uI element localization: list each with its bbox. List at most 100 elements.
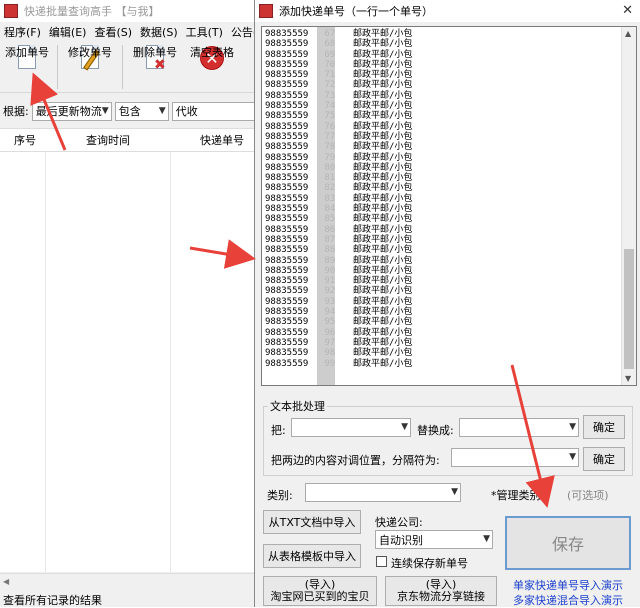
batch-legend: 文本批处理 xyxy=(270,400,325,413)
tracking-line: 9883555967邮政平邮/小包 xyxy=(262,29,622,39)
swap-confirm-button[interactable]: 确定 xyxy=(583,447,625,471)
chevron-down-icon: ▼ xyxy=(158,105,166,116)
tracking-line: 9883555986邮政平邮/小包 xyxy=(262,225,622,235)
import-table-button[interactable]: 从表格模板中导入 xyxy=(263,544,361,568)
tracking-number: 9883555997 xyxy=(265,338,353,348)
tracking-number: 9883555980 xyxy=(265,163,353,173)
tracking-number: 9883555988 xyxy=(265,245,353,255)
delete-number-button[interactable]: ✖ 删除单号 xyxy=(126,41,184,93)
import-txt-button[interactable]: 从TXT文档中导入 xyxy=(263,510,361,534)
swap-label: 把两边的内容对调位置，分隔符为: xyxy=(271,454,440,467)
main-window: 快递批量查询高手 【与我】 程序(F) 编辑(E) 查看(S) 数据(S) 工具… xyxy=(0,0,269,607)
scroll-up-icon[interactable]: ▲ xyxy=(625,29,631,38)
tracking-number: 9883555970 xyxy=(265,60,353,70)
scroll-left-icon[interactable]: ◀ xyxy=(3,577,9,586)
import-jd-button[interactable]: (导入) 京东物流分享链接 xyxy=(385,576,497,606)
tracking-number: 9883555974 xyxy=(265,101,353,111)
tracking-prefix: 98835559 xyxy=(265,245,309,256)
tracking-prefix: 98835559 xyxy=(265,80,309,91)
scroll-thumb[interactable] xyxy=(624,249,634,369)
manage-category-link[interactable]: *管理类别 xyxy=(491,487,541,503)
menu-edit[interactable]: 编辑(E) xyxy=(45,24,91,40)
dialog-title-bar: 添加快递单号（一行一个单号） ✕ xyxy=(255,0,640,22)
menu-data[interactable]: 数据(S) xyxy=(136,24,182,40)
tracking-number: 9883555992 xyxy=(265,286,353,296)
replace-from-select[interactable]: ▼ xyxy=(291,418,411,437)
carrier-name: 邮政平邮/小包 xyxy=(353,183,413,194)
chevron-down-icon: ▼ xyxy=(101,105,109,116)
carrier-name: 邮政平邮/小包 xyxy=(353,224,413,235)
filter-op-select[interactable]: 包含 ▼ xyxy=(114,101,169,121)
filter-field-select[interactable]: 最后更新物流 ▼ xyxy=(31,101,112,121)
clear-table-button[interactable]: ✕ 清空表格 xyxy=(184,41,240,93)
tracking-number: 9883555983 xyxy=(265,194,353,204)
carrier-name: 邮政平邮/小包 xyxy=(353,173,413,184)
add-number-button[interactable]: 添加单号 xyxy=(0,41,54,93)
tracking-line: 9883555988邮政平邮/小包 xyxy=(262,245,622,255)
tracking-prefix: 98835559 xyxy=(265,59,309,70)
tracking-number: 9883555984 xyxy=(265,204,353,214)
menu-view[interactable]: 查看(S) xyxy=(90,24,136,40)
close-icon[interactable]: ✕ xyxy=(622,3,633,18)
demo-single-link[interactable]: 单家快递单号导入演示 xyxy=(513,577,623,593)
tracking-numbers-textarea[interactable]: 9883555967邮政平邮/小包9883555968邮政平邮/小包988355… xyxy=(261,26,637,386)
column-query-time[interactable]: 查询时间 xyxy=(86,132,130,148)
tracking-line: 9883555982邮政平邮/小包 xyxy=(262,183,622,193)
replace-confirm-button[interactable]: 确定 xyxy=(583,415,625,439)
tracking-number: 9883555996 xyxy=(265,328,353,338)
tracking-number: 9883555993 xyxy=(265,297,353,307)
chevron-down-icon: ▼ xyxy=(569,422,576,432)
keep-saving-checkbox[interactable] xyxy=(376,556,387,567)
column-tracking-number[interactable]: 快递单号 xyxy=(200,132,244,148)
carrier-name: 邮政平邮/小包 xyxy=(353,49,413,60)
results-grid[interactable] xyxy=(0,152,256,572)
separator-select[interactable]: ▼ xyxy=(451,448,579,467)
tracking-prefix: 98835559 xyxy=(265,255,309,266)
chevron-down-icon: ▼ xyxy=(483,534,490,544)
tracking-prefix: 98835559 xyxy=(265,234,309,245)
carrier-name: 邮政平邮/小包 xyxy=(353,101,413,112)
horizontal-scrollbar[interactable]: ◀ xyxy=(0,573,256,589)
toolbar-separator xyxy=(57,45,58,89)
menu-bar: 程序(F) 编辑(E) 查看(S) 数据(S) 工具(T) 公告(X) xyxy=(0,22,269,41)
column-index[interactable]: 序号 xyxy=(14,132,36,148)
menu-tools[interactable]: 工具(T) xyxy=(182,24,227,40)
replace-from-label: 把: xyxy=(271,424,286,437)
tracking-prefix: 98835559 xyxy=(265,348,309,359)
edit-number-button[interactable]: 修改单号 xyxy=(61,41,119,93)
tracking-number: 9883555987 xyxy=(265,235,353,245)
courier-select[interactable]: 自动识别 ▼ xyxy=(375,530,493,549)
tracking-number: 9883555968 xyxy=(265,39,353,49)
tracking-number: 9883555999 xyxy=(265,359,353,369)
filter-value-input[interactable]: 代收 xyxy=(171,101,256,121)
tracking-prefix: 98835559 xyxy=(265,173,309,184)
import-taobao-button[interactable]: (导入) 淘宝网已买到的宝贝 xyxy=(263,576,377,606)
menu-program[interactable]: 程序(F) xyxy=(0,24,45,40)
carrier-name: 邮政平邮/小包 xyxy=(353,80,413,91)
add-numbers-dialog: 添加快递单号（一行一个单号） ✕ 9883555967邮政平邮/小包988355… xyxy=(254,0,640,607)
carrier-name: 邮政平邮/小包 xyxy=(353,70,413,81)
save-button[interactable]: 保存 xyxy=(505,516,631,570)
tracking-line: 9883555989邮政平邮/小包 xyxy=(262,256,622,266)
vertical-scrollbar[interactable]: ▲ ▼ xyxy=(621,27,636,385)
carrier-name: 邮政平邮/小包 xyxy=(353,276,413,287)
tracking-prefix: 98835559 xyxy=(265,358,309,369)
tracking-prefix: 98835559 xyxy=(265,317,309,328)
tracking-line: 9883555976邮政平邮/小包 xyxy=(262,122,622,132)
tracking-line: 9883555977邮政平邮/小包 xyxy=(262,132,622,142)
scroll-down-icon[interactable]: ▼ xyxy=(625,374,631,383)
tracking-line: 9883555969邮政平邮/小包 xyxy=(262,50,622,60)
tracking-line: 9883555973邮政平邮/小包 xyxy=(262,91,622,101)
demo-mixed-link[interactable]: 多家快递混合导入演示 xyxy=(513,592,623,608)
filter-label: 根据: xyxy=(3,105,29,118)
tracking-number: 9883555971 xyxy=(265,70,353,80)
redacted-digits xyxy=(317,27,335,385)
category-select[interactable]: ▼ xyxy=(305,483,461,502)
tracking-line: 9883555999邮政平邮/小包 xyxy=(262,359,622,369)
tracking-prefix: 98835559 xyxy=(265,162,309,173)
tracking-prefix: 98835559 xyxy=(265,193,309,204)
carrier-name: 邮政平邮/小包 xyxy=(353,296,413,307)
replace-to-select[interactable]: ▼ xyxy=(459,418,579,437)
tracking-number: 9883555977 xyxy=(265,132,353,142)
carrier-name: 邮政平邮/小包 xyxy=(353,348,413,359)
